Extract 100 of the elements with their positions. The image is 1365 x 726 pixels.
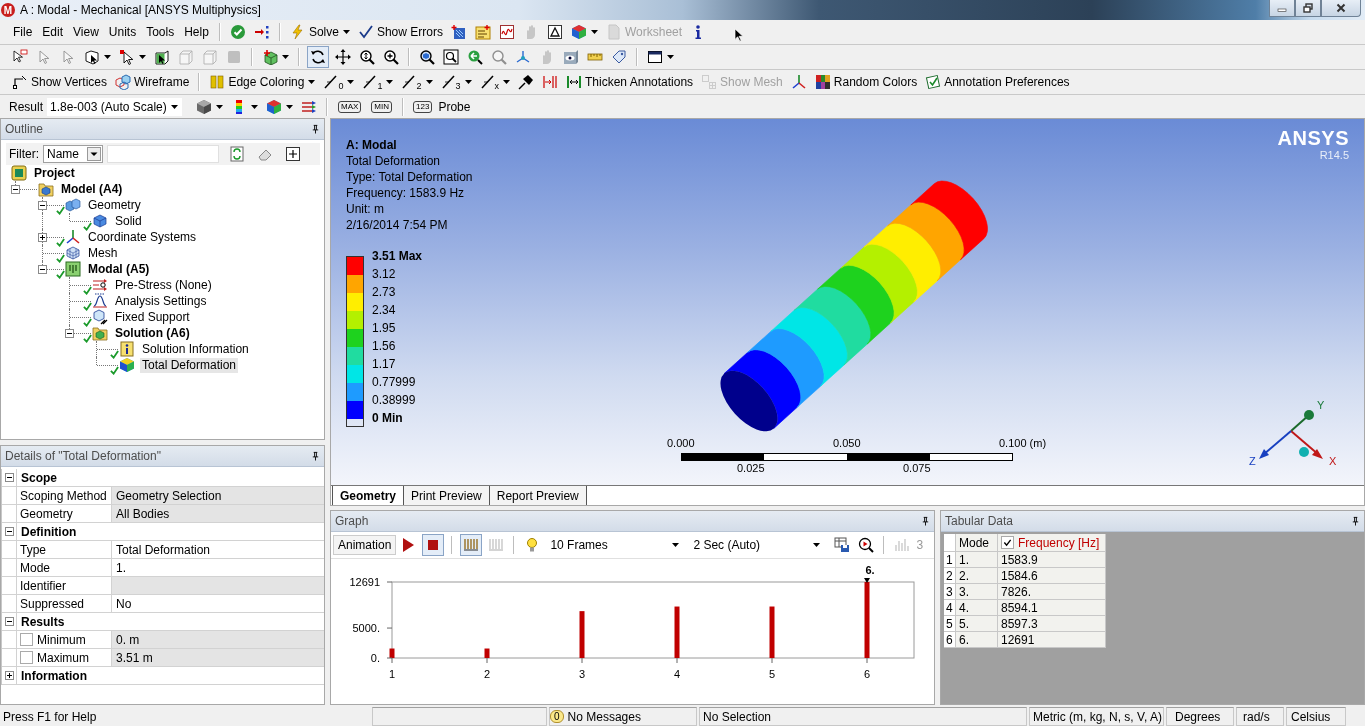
caret-icon[interactable]	[672, 543, 680, 547]
shaded-cube-icon[interactable]	[196, 98, 212, 115]
close-button[interactable]	[1321, 0, 1361, 17]
caret-icon[interactable]	[251, 104, 258, 109]
arrow-dots-icon[interactable]	[253, 24, 270, 40]
pin-icon[interactable]	[311, 451, 320, 461]
edge-coloring-button[interactable]: Edge Coloring	[205, 72, 309, 92]
caret-icon[interactable]	[590, 30, 598, 34]
probe-button[interactable]: 123 Probe	[409, 96, 475, 117]
box-zoom-icon[interactable]	[443, 49, 459, 65]
caret-icon[interactable]	[282, 55, 289, 59]
show-vertices-button[interactable]: Show Vertices	[8, 72, 112, 92]
color-cube-icon[interactable]	[570, 24, 587, 40]
property-value[interactable]: 3.51 m	[112, 649, 324, 666]
expand-icon[interactable]	[4, 671, 14, 680]
tree-item[interactable]: Geometry	[86, 197, 143, 213]
tree-item[interactable]: Total Deformation	[140, 357, 239, 373]
edge-tool-button[interactable]: x	[475, 72, 503, 92]
pin-icon[interactable]	[1351, 516, 1360, 526]
property-value[interactable]: Total Deformation	[112, 541, 324, 558]
window-icon[interactable]	[647, 49, 663, 65]
checkbox[interactable]	[20, 633, 33, 646]
eye-box-icon[interactable]	[563, 49, 579, 65]
view-tab[interactable]: Report Preview	[488, 486, 587, 505]
caret-icon[interactable]	[503, 80, 510, 84]
collapse-icon[interactable]	[65, 328, 74, 338]
tree-item[interactable]: Pre-Stress (None)	[113, 277, 214, 293]
magnifier-play-icon[interactable]	[858, 537, 875, 553]
temperature-unit[interactable]: Celsius	[1286, 707, 1346, 726]
chart-bar[interactable]	[484, 648, 490, 658]
plus-box-icon[interactable]	[285, 146, 301, 162]
menu-item[interactable]: File	[8, 23, 38, 41]
tree-item[interactable]: Fixed Support	[113, 309, 192, 325]
group-header[interactable]: Information	[17, 667, 87, 684]
caret-icon[interactable]	[386, 80, 394, 84]
thicken-annotations-button[interactable]: Thicken Annotations	[562, 72, 698, 92]
framed-triangle-icon[interactable]	[546, 24, 563, 40]
menu-item[interactable]: Tools	[141, 23, 180, 41]
property-value[interactable]: Geometry Selection	[112, 487, 324, 504]
refresh-icon[interactable]	[229, 146, 245, 162]
rotate-icon[interactable]	[307, 46, 329, 68]
tree-item[interactable]: Solid	[113, 213, 144, 229]
tree-item[interactable]: Coordinate Systems	[86, 229, 199, 245]
property-value[interactable]: 1.	[112, 559, 324, 576]
triad-icon[interactable]	[790, 74, 807, 90]
arrows-icon[interactable]	[301, 98, 317, 115]
expand-icon[interactable]	[38, 232, 47, 242]
menu-item[interactable]: Units	[103, 23, 142, 41]
caret-icon[interactable]	[464, 80, 472, 84]
pin-icon[interactable]	[311, 124, 320, 134]
caret-icon[interactable]	[87, 147, 101, 161]
checkbox[interactable]	[20, 651, 33, 664]
note-tile-icon[interactable]	[474, 24, 491, 40]
caret-icon[interactable]	[104, 55, 111, 59]
caret-icon[interactable]	[342, 30, 350, 34]
needle-icon[interactable]	[518, 74, 534, 90]
collapse-icon[interactable]	[4, 617, 14, 626]
tree-item[interactable]: Project	[32, 165, 77, 181]
face-select-icon[interactable]	[154, 49, 170, 65]
filter-input[interactable]	[107, 145, 219, 163]
menu-item[interactable]: Help	[179, 23, 214, 41]
edge-tool-button[interactable]: 0	[319, 72, 348, 92]
filter-dropdown[interactable]: Name	[43, 145, 103, 163]
zoom-in-icon[interactable]	[383, 49, 399, 65]
caret-icon[interactable]	[308, 80, 316, 84]
bracket-arrow-icon[interactable]	[542, 74, 558, 90]
zoom-icon[interactable]	[359, 49, 375, 65]
collapse-icon[interactable]	[38, 264, 47, 274]
tree-item[interactable]: Model (A4)	[59, 181, 125, 197]
collapse-icon[interactable]	[4, 527, 14, 536]
cube-plus-icon[interactable]	[262, 49, 278, 65]
3d-viewport[interactable]	[331, 119, 1364, 485]
tag-icon[interactable]	[611, 49, 627, 65]
pointer-label-icon[interactable]	[12, 49, 28, 65]
edge-tool-button[interactable]: 2	[397, 72, 426, 92]
caret-icon[interactable]	[216, 104, 223, 109]
pan-arrows-icon[interactable]	[335, 49, 351, 65]
menu-item[interactable]: View	[68, 23, 104, 41]
message-count-badge[interactable]: 0	[550, 710, 564, 723]
property-value[interactable]: No	[112, 595, 324, 612]
edge-tool-button[interactable]: 3	[436, 72, 465, 92]
group-header[interactable]: Results	[17, 613, 65, 630]
wireframe-button[interactable]: Wireframe	[111, 72, 194, 92]
color-cube-icon[interactable]	[266, 98, 282, 115]
zoom-fit-icon[interactable]	[419, 49, 435, 65]
tree-item[interactable]: Modal (A5)	[86, 261, 152, 277]
frame-bars-icon[interactable]	[460, 534, 483, 556]
solve-button[interactable]: Solve	[285, 22, 343, 42]
stop-icon[interactable]	[422, 534, 445, 556]
scale-dropdown[interactable]: 1.8e-003 (Auto Scale)	[47, 97, 182, 116]
caret-icon[interactable]	[813, 543, 821, 547]
collapse-icon[interactable]	[38, 200, 47, 210]
caret-icon[interactable]	[139, 55, 146, 59]
tree-item[interactable]: Solution (A6)	[113, 325, 192, 341]
tree-item[interactable]: Analysis Settings	[113, 293, 209, 309]
group-header[interactable]: Definition	[17, 523, 77, 540]
angle-unit[interactable]: Degrees	[1166, 707, 1234, 726]
box-select-icon[interactable]	[84, 49, 100, 65]
checkbox[interactable]	[1001, 536, 1014, 549]
menu-item[interactable]: Edit	[37, 23, 69, 41]
